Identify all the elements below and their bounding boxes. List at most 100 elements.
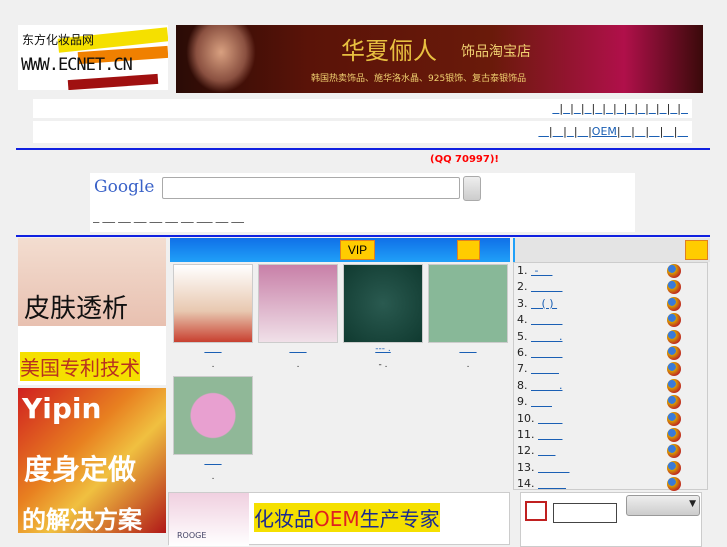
product-link[interactable]: --- . (343, 344, 423, 354)
ranking-link[interactable] (538, 428, 562, 441)
gem-icon[interactable] (667, 411, 681, 426)
nav-link[interactable] (606, 102, 613, 115)
product-image[interactable] (173, 376, 253, 455)
search-category-link[interactable] (93, 213, 99, 224)
ad-skin-analysis[interactable]: 皮肤透析 美国专利技术 (18, 238, 166, 385)
ranking-link[interactable]: . (531, 330, 563, 343)
gem-icon[interactable] (667, 460, 681, 475)
nav-link[interactable] (578, 125, 589, 138)
ranking-link[interactable] (538, 444, 555, 457)
nav-link[interactable] (660, 102, 667, 115)
gem-icon[interactable] (667, 378, 681, 393)
nav-link[interactable] (538, 125, 549, 138)
nav-link[interactable] (585, 102, 592, 115)
nav-link[interactable] (649, 125, 660, 138)
search-category-link[interactable] (181, 213, 194, 224)
nav-link[interactable] (670, 102, 677, 115)
ad-title: Yipin (22, 392, 102, 425)
vip-tab[interactable]: VIP (340, 240, 375, 260)
search-category-link[interactable] (165, 213, 178, 224)
product-link[interactable] (428, 344, 508, 354)
search-category-link[interactable] (231, 213, 244, 224)
nav-link[interactable] (563, 102, 570, 115)
ranking-link[interactable] (538, 477, 566, 490)
gem-icon[interactable] (667, 313, 681, 328)
site-logo[interactable]: 东方化妆品网 WWW.ECNET.CN (18, 25, 168, 90)
ranking-link[interactable] (538, 461, 569, 474)
search-button[interactable] (463, 176, 481, 201)
notice-text: (QQ 70997)! (430, 154, 499, 165)
nav-link[interactable] (617, 102, 624, 115)
ranking-link[interactable]: . (531, 379, 563, 392)
search-category-link[interactable] (102, 213, 115, 224)
nav-link[interactable] (663, 125, 674, 138)
nav-link[interactable] (567, 125, 574, 138)
ad-yipin[interactable]: Yipin 度身定做 的解决方案 (18, 388, 166, 534)
nav-link[interactable]: OEM (592, 125, 617, 138)
search-category-link[interactable] (134, 213, 147, 224)
product-link[interactable] (258, 344, 338, 354)
product-note: . (466, 360, 470, 370)
ranking-link[interactable] (538, 412, 562, 425)
gem-icon[interactable] (667, 362, 681, 377)
product-image[interactable] (428, 264, 508, 343)
search-category-link[interactable] (150, 213, 163, 224)
nav-link[interactable] (627, 102, 634, 115)
bottom-input[interactable] (553, 503, 617, 523)
gem-icon[interactable] (667, 395, 681, 410)
ranking-item: 11. (517, 427, 707, 443)
search-category-link[interactable] (197, 213, 213, 224)
gem-icon[interactable] (667, 296, 681, 311)
search-input[interactable] (162, 177, 460, 199)
gem-icon[interactable] (667, 280, 681, 295)
nav-link[interactable] (574, 102, 581, 115)
ranking-number: 6. (517, 345, 528, 359)
banner-title: 华夏俪人 (341, 37, 437, 65)
oem-text-2: 生产专家 (359, 507, 440, 531)
gem-icon[interactable] (667, 427, 681, 442)
bottom-form: ▼ (520, 492, 702, 547)
search-category-link[interactable] (118, 213, 131, 224)
bottom-select[interactable]: ▼ (626, 495, 700, 516)
vip-more-button[interactable] (457, 240, 480, 260)
oem-banner[interactable]: ROOGE 化妆品OEM生产专家 (168, 492, 510, 546)
product-link[interactable] (173, 344, 253, 354)
ranking-number: 3. (517, 296, 528, 310)
nav-link[interactable] (621, 125, 632, 138)
nav-link[interactable] (681, 102, 688, 115)
gem-icon[interactable] (667, 264, 681, 278)
ranking-number: 10. (517, 411, 535, 425)
ranking-link[interactable]: - (531, 264, 552, 277)
gem-icon[interactable] (667, 477, 681, 492)
gem-icon[interactable] (667, 444, 681, 459)
nav-link[interactable] (678, 125, 689, 138)
ranking-link[interactable] (531, 280, 562, 293)
product-image[interactable] (173, 264, 253, 343)
ranking-more-button[interactable] (685, 240, 708, 260)
ranking-link[interactable] (531, 313, 562, 326)
ranking-number: 7. (517, 362, 528, 376)
google-logo: Google (94, 177, 155, 197)
ranking-item: 12. (517, 443, 707, 459)
ad-banner[interactable]: 华夏俪人 饰品淘宝店 韩国热卖饰品、施华洛水晶、925银饰、复古泰银饰品 (176, 25, 703, 93)
ranking-number: 1. (517, 264, 528, 277)
nav-link[interactable] (649, 102, 656, 115)
ranking-link[interactable]: ( ) (531, 297, 557, 310)
nav-link[interactable] (635, 125, 646, 138)
ranking-link[interactable] (531, 395, 552, 408)
nav-link[interactable] (595, 102, 602, 115)
search-category-link[interactable] (216, 213, 229, 224)
oem-text: 化妆品 (254, 507, 314, 531)
ranking-link[interactable] (531, 362, 559, 375)
gem-icon[interactable] (667, 345, 681, 360)
gem-icon[interactable] (667, 329, 681, 344)
oem-brand: ROOGE (177, 531, 207, 540)
product-link[interactable] (173, 456, 253, 466)
nav-link[interactable] (553, 125, 564, 138)
product-image[interactable] (343, 264, 423, 343)
product-image[interactable] (258, 264, 338, 343)
logo-url: WWW.ECNET.CN (21, 55, 133, 75)
ranking-link[interactable] (531, 346, 562, 359)
nav-link[interactable] (552, 102, 559, 115)
nav-link[interactable] (638, 102, 645, 115)
